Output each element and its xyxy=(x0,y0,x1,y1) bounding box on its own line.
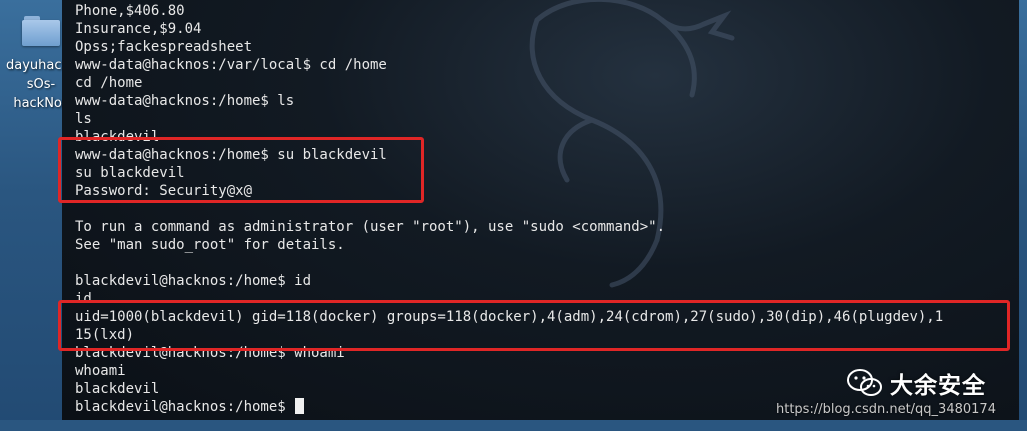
terminal-line: cd /home xyxy=(75,75,143,91)
terminal-window[interactable]: Phone,$406.80 Insurance,$9.04 Opss;fackesp… xyxy=(62,0,1019,420)
terminal-line: Insurance,$9.04 xyxy=(75,21,202,37)
terminal-line: Opss;fackespreadsheet xyxy=(75,39,253,55)
highlight-box-id-output xyxy=(58,300,1010,351)
terminal-line: whoami xyxy=(75,363,126,379)
terminal-line: blackdevil xyxy=(75,381,160,397)
wechat-watermark: 大余安全 xyxy=(846,366,986,400)
terminal-line: See "man sudo_root" for details. xyxy=(75,237,345,253)
terminal-line: www-data@hacknos:/home$ ls xyxy=(75,93,295,109)
source-url-watermark: https://blog.csdn.net/qq_3480174 xyxy=(776,402,996,417)
terminal-cursor xyxy=(295,398,305,414)
wechat-icon xyxy=(847,369,882,396)
terminal-prompt: blackdevil@hacknos:/home$ xyxy=(75,399,295,415)
brand-name: 大余安全 xyxy=(890,373,986,399)
terminal-line: ls xyxy=(75,111,92,127)
terminal-line: To run a command as administrator (user … xyxy=(75,219,666,235)
highlight-box-su-command xyxy=(58,137,424,203)
terminal-output: Phone,$406.80 Insurance,$9.04 Opss;fackesp… xyxy=(75,2,943,416)
terminal-line: blackdevil@hacknos:/home$ id xyxy=(75,273,312,289)
terminal-line: Phone,$406.80 xyxy=(75,3,185,19)
folder-icon xyxy=(22,16,60,46)
desktop-bottom-strip xyxy=(0,420,1027,431)
terminal-line: www-data@hacknos:/var/local$ cd /home xyxy=(75,57,387,73)
